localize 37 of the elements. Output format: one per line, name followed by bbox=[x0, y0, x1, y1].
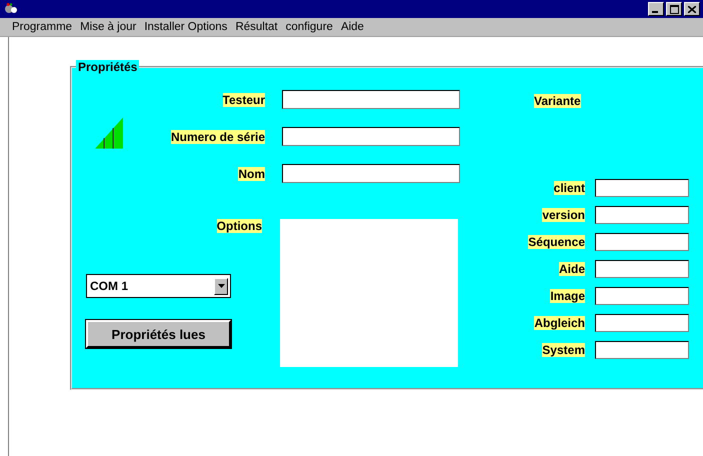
text-field[interactable] bbox=[595, 314, 689, 332]
text-field[interactable] bbox=[595, 233, 689, 251]
text-field[interactable] bbox=[282, 127, 460, 146]
field-label: System bbox=[542, 343, 585, 357]
text-field[interactable] bbox=[282, 90, 460, 109]
dropdown-arrow-icon bbox=[218, 284, 224, 288]
options-label: Options bbox=[216, 219, 262, 233]
field-label: Aide bbox=[558, 262, 585, 276]
text-field[interactable] bbox=[595, 206, 689, 224]
minimize-button[interactable] bbox=[648, 2, 664, 16]
close-button[interactable] bbox=[684, 2, 700, 16]
group-title: Propriétés bbox=[76, 60, 140, 74]
app-icon bbox=[4, 3, 18, 15]
port-dropdown[interactable]: COM 1 bbox=[86, 274, 231, 298]
field-label: Numero de série bbox=[170, 130, 265, 144]
menu-item[interactable]: Programme bbox=[8, 21, 76, 33]
menu-item[interactable]: Aide bbox=[336, 21, 368, 33]
field-label: Abgleich bbox=[534, 316, 585, 330]
field-label: Image bbox=[550, 289, 585, 303]
maximize-button[interactable] bbox=[666, 2, 682, 16]
menu-item[interactable]: Résultat bbox=[231, 21, 282, 33]
field-label: client bbox=[554, 181, 585, 195]
field-label: Nom bbox=[238, 166, 265, 180]
menu-item[interactable]: Installer Options bbox=[140, 21, 232, 33]
field-label: Séquence bbox=[528, 235, 585, 249]
menu-item[interactable]: configure bbox=[282, 21, 337, 33]
variant-label: Variante bbox=[534, 94, 581, 108]
text-field[interactable] bbox=[595, 341, 689, 359]
menu-item[interactable]: Mise à jour bbox=[76, 21, 140, 33]
text-field[interactable] bbox=[282, 164, 460, 183]
field-label: version bbox=[542, 208, 585, 222]
text-field[interactable] bbox=[595, 179, 689, 197]
text-field[interactable] bbox=[595, 287, 689, 305]
text-field[interactable] bbox=[595, 260, 689, 278]
close-icon bbox=[688, 6, 696, 12]
read-properties-button[interactable]: Propriétés lues bbox=[86, 320, 231, 348]
maximize-icon bbox=[670, 4, 678, 14]
